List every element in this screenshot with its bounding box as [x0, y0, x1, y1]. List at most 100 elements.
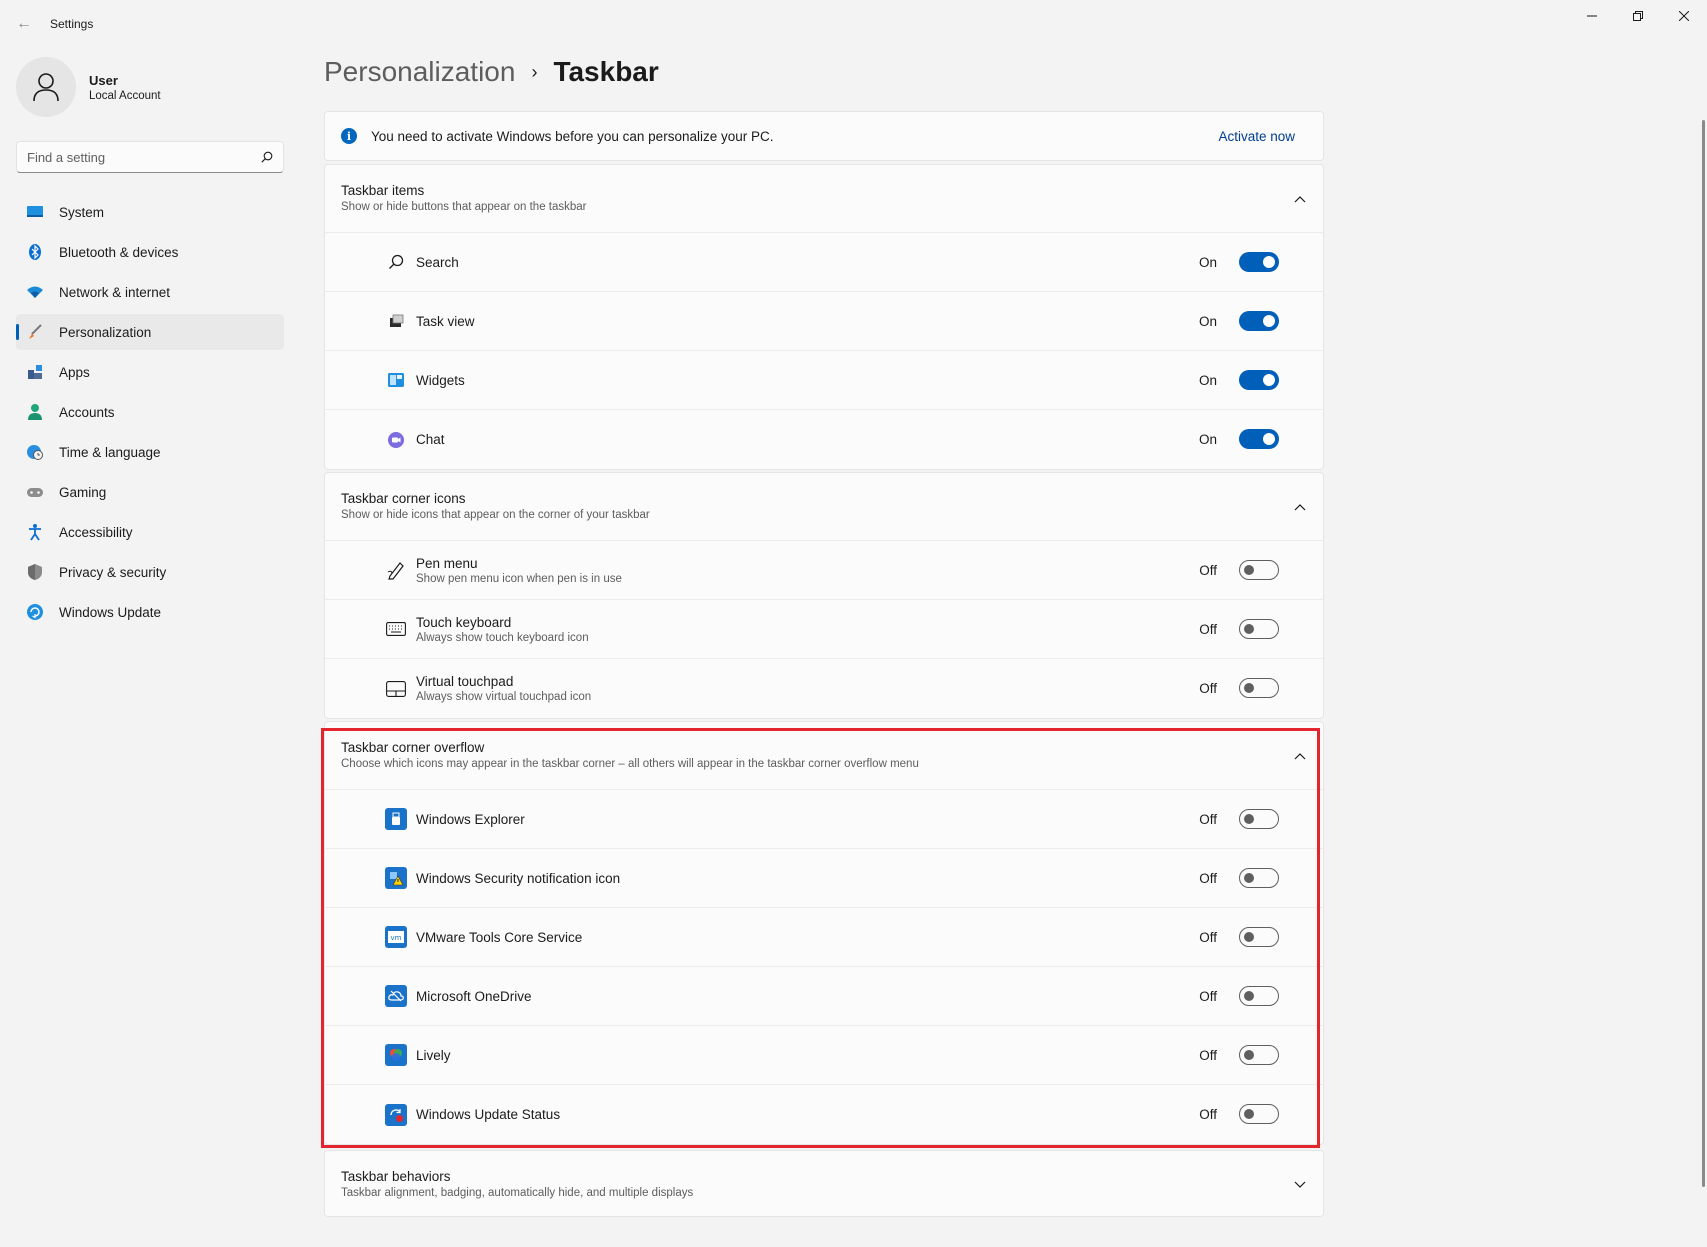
setting-label: Virtual touchpad	[416, 674, 514, 689]
sidebar-item-network[interactable]: Network & internet	[16, 274, 284, 310]
sidebar-item-system[interactable]: System	[16, 194, 284, 230]
section-header[interactable]: Taskbar corner icons Show or hide icons …	[325, 473, 1323, 541]
taskbar-corner-overflow-section: Taskbar corner overflow Choose which ico…	[324, 721, 1324, 1145]
setting-row-widgets: Widgets On	[325, 351, 1323, 410]
toggle-state: On	[1198, 314, 1217, 329]
toggle-state: Off	[1199, 989, 1217, 1004]
banner-text: You need to activate Windows before you …	[371, 128, 774, 144]
scrollbar[interactable]	[1702, 120, 1705, 1187]
windows-security-toggle[interactable]	[1239, 868, 1279, 888]
toggle-knob	[1244, 991, 1254, 1001]
wifi-icon	[26, 283, 44, 301]
sidebar-item-bluetooth[interactable]: Bluetooth & devices	[16, 234, 284, 270]
info-icon: i	[341, 128, 357, 144]
toggle-state: On	[1198, 373, 1217, 388]
search-toggle[interactable]	[1239, 252, 1279, 272]
lively-toggle[interactable]	[1239, 1045, 1279, 1065]
setting-row-chat: Chat On	[325, 410, 1323, 469]
sidebar-item-privacy[interactable]: Privacy & security	[16, 554, 284, 590]
toggle-knob	[1244, 932, 1254, 942]
section-header[interactable]: Taskbar items Show or hide buttons that …	[325, 165, 1323, 233]
toggle-state: Off	[1199, 563, 1217, 578]
chevron-down-icon[interactable]	[1293, 1178, 1307, 1192]
chevron-up-icon[interactable]	[1293, 192, 1307, 206]
setting-row-virtual-touchpad: Virtual touchpad Always show virtual tou…	[325, 659, 1323, 718]
breadcrumb-parent[interactable]: Personalization	[324, 56, 515, 88]
section-subtitle: Show or hide buttons that appear on the …	[341, 201, 587, 213]
sidebar-item-time-language[interactable]: Time & language	[16, 434, 284, 470]
activate-now-link[interactable]: Activate now	[1218, 129, 1295, 144]
svg-text:vm: vm	[391, 934, 402, 942]
taskbar-items-section: Taskbar items Show or hide buttons that …	[324, 164, 1324, 470]
toggle-state: Off	[1199, 930, 1217, 945]
section-header[interactable]: Taskbar corner overflow Choose which ico…	[325, 722, 1323, 790]
section-subtitle: Choose which icons may appear in the tas…	[341, 758, 919, 770]
task-view-toggle[interactable]	[1239, 311, 1279, 331]
chevron-right-icon: ›	[531, 61, 538, 82]
chevron-up-icon[interactable]	[1293, 500, 1307, 514]
widgets-icon	[385, 369, 407, 391]
toggle-state: Off	[1199, 1107, 1217, 1122]
toggle-knob	[1244, 814, 1254, 824]
search-icon[interactable]	[261, 151, 273, 163]
toggle-knob	[1244, 683, 1254, 693]
shield-icon	[26, 563, 44, 581]
sidebar-item-apps[interactable]: Apps	[16, 354, 284, 390]
monitor-icon	[26, 203, 44, 221]
chevron-up-icon[interactable]	[1293, 749, 1307, 763]
onedrive-toggle[interactable]	[1239, 986, 1279, 1006]
setting-row-windows-explorer: Windows Explorer Off	[325, 790, 1323, 849]
sidebar-item-label: Personalization	[59, 324, 152, 340]
setting-label: Windows Explorer	[416, 811, 525, 827]
sidebar-item-label: Apps	[59, 364, 90, 380]
update-status-icon	[385, 1103, 407, 1126]
toggle-knob	[1244, 1109, 1254, 1119]
windows-update-status-toggle[interactable]	[1239, 1104, 1279, 1124]
virtual-touchpad-toggle[interactable]	[1239, 678, 1279, 698]
taskbar-corner-icons-section: Taskbar corner icons Show or hide icons …	[324, 472, 1324, 719]
setting-label: VMware Tools Core Service	[416, 929, 583, 945]
toggle-knob	[1244, 873, 1254, 883]
sidebar-item-windows-update[interactable]: Windows Update	[16, 594, 284, 630]
activation-banner: i You need to activate Windows before yo…	[324, 111, 1324, 161]
section-title: Taskbar items	[341, 183, 425, 198]
widgets-toggle[interactable]	[1239, 370, 1279, 390]
sidebar-item-accounts[interactable]: Accounts	[16, 394, 284, 430]
user-profile[interactable]: User Local Account	[16, 57, 161, 117]
toggle-state: Off	[1199, 681, 1217, 696]
toggle-knob	[1244, 565, 1254, 575]
sidebar: User Local Account System Bluetooth & de…	[0, 48, 300, 1247]
section-header[interactable]: Taskbar behaviors Taskbar alignment, bad…	[325, 1151, 1323, 1219]
setting-row-onedrive: Microsoft OneDrive Off	[325, 967, 1323, 1026]
pen-icon	[385, 559, 407, 581]
pen-menu-toggle[interactable]	[1239, 560, 1279, 580]
sidebar-item-label: System	[59, 204, 105, 220]
apps-icon	[26, 363, 44, 381]
sidebar-item-personalization[interactable]: Personalization	[16, 314, 284, 350]
touch-keyboard-toggle[interactable]	[1239, 619, 1279, 639]
setting-row-lively: Lively Off	[325, 1026, 1323, 1085]
sidebar-item-accessibility[interactable]: Accessibility	[16, 514, 284, 550]
search-input[interactable]	[27, 149, 261, 165]
windows-explorer-toggle[interactable]	[1239, 809, 1279, 829]
taskbar-behaviors-section: Taskbar behaviors Taskbar alignment, bad…	[324, 1150, 1324, 1217]
bluetooth-icon	[26, 243, 44, 261]
chat-toggle[interactable]	[1239, 429, 1279, 449]
section-subtitle: Taskbar alignment, badging, automaticall…	[341, 1187, 694, 1199]
setting-description: Show pen menu icon when pen is in use	[416, 572, 622, 585]
toggle-knob	[1263, 433, 1275, 445]
section-title: Taskbar corner icons	[341, 491, 466, 506]
gamepad-icon	[26, 483, 44, 501]
touchpad-icon	[385, 678, 407, 700]
back-arrow-icon[interactable]: ←	[12, 12, 36, 36]
setting-description: Always show touch keyboard icon	[416, 631, 589, 644]
sidebar-item-label: Windows Update	[59, 604, 162, 620]
setting-label: Lively	[416, 1047, 451, 1063]
nav-list: System Bluetooth & devices Network & int…	[16, 194, 284, 634]
sidebar-item-gaming[interactable]: Gaming	[16, 474, 284, 510]
accessibility-icon	[26, 523, 44, 541]
setting-label: Windows Security notification icon	[416, 870, 621, 886]
vmware-tools-toggle[interactable]	[1239, 927, 1279, 947]
search-box[interactable]	[16, 141, 284, 173]
vmware-icon: vm	[385, 926, 407, 948]
